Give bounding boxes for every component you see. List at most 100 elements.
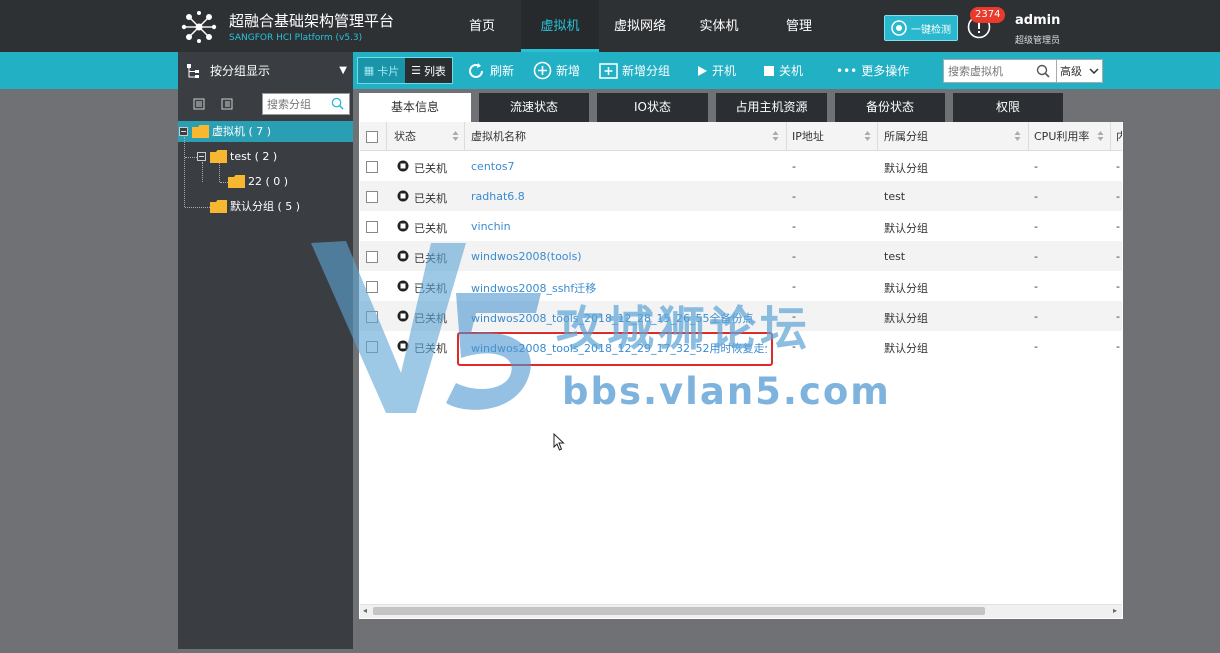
power-off-label: 关机 <box>779 64 804 78</box>
vm-group: 默认分组 <box>884 342 928 355</box>
watermark-logo <box>311 241 541 413</box>
add-vm-button[interactable]: 新增 <box>533 52 580 89</box>
list-view-button[interactable]: ☰ 列表 <box>405 58 452 83</box>
vm-name-link[interactable]: vinchin <box>471 220 511 233</box>
user-name[interactable]: admin <box>1015 13 1060 28</box>
tab-backup-status[interactable]: 备份状态 <box>835 93 945 122</box>
tree-connector <box>220 182 228 183</box>
vm-group: 默认分组 <box>884 312 928 325</box>
sort-icon[interactable] <box>772 130 779 142</box>
user-role: 超级管理员 <box>1015 36 1061 46</box>
nav-physical-host[interactable]: 实体机 <box>690 0 748 52</box>
row-checkbox[interactable] <box>366 191 378 203</box>
collapse-all-icon[interactable] <box>221 98 233 110</box>
column-header-state[interactable]: 状态 <box>394 122 416 151</box>
one-click-detect-button[interactable]: 一键检测 <box>884 15 958 41</box>
tree-item-vm-root[interactable]: 虚拟机 ( 7 ) <box>179 121 271 141</box>
more-actions-button[interactable]: ••• 更多操作 <box>836 52 909 89</box>
vm-cpu: - <box>1034 250 1038 263</box>
column-header-group[interactable]: 所属分组 <box>884 122 928 151</box>
nav-vm[interactable]: 虚拟机 <box>521 0 599 52</box>
vm-name-link[interactable]: radhat6.8 <box>471 190 525 203</box>
vm-group: 默认分组 <box>884 282 928 295</box>
vm-state: 已关机 <box>414 192 447 205</box>
column-divider <box>877 122 878 151</box>
card-view-button[interactable]: ▦ 卡片 <box>358 58 405 83</box>
tree-item-label: 默认分组 ( 5 ) <box>230 200 301 213</box>
vm-group: test <box>884 190 906 203</box>
scrollbar-thumb[interactable] <box>373 607 985 615</box>
tab-flow-status[interactable]: 流速状态 <box>479 93 589 122</box>
tree-item-default-group[interactable]: 默认分组 ( 5 ) <box>210 196 300 216</box>
nav-home[interactable]: 首页 <box>459 0 505 52</box>
expand-all-icon[interactable] <box>193 98 205 110</box>
tree-item-label: test ( 2 ) <box>230 149 278 163</box>
column-divider <box>464 122 465 151</box>
folder-icon <box>210 199 227 213</box>
vm-cpu: - <box>1034 340 1038 353</box>
vm-ip: - <box>792 220 796 233</box>
vm-memory: - <box>1116 310 1120 323</box>
vm-name-link[interactable]: centos7 <box>471 160 515 173</box>
column-divider <box>1028 122 1029 151</box>
view-toggle: ▦ 卡片 ☰ 列表 <box>357 57 453 84</box>
tree-connector <box>185 157 197 158</box>
collapse-toggle-icon[interactable] <box>197 151 206 161</box>
folder-icon <box>192 124 209 138</box>
scroll-right-icon[interactable]: ▸ <box>1113 606 1117 615</box>
stop-icon <box>764 65 774 76</box>
column-header-cpu[interactable]: CPU利用率 <box>1034 122 1089 151</box>
power-on-button[interactable]: 开机 <box>696 52 736 89</box>
group-display-select[interactable]: 按分组显示 ▼ <box>178 52 353 89</box>
tree-structure-icon <box>187 63 199 78</box>
nav-management[interactable]: 管理 <box>772 0 826 52</box>
shield-check-icon <box>891 20 907 36</box>
tab-permissions[interactable]: 权限 <box>953 93 1063 122</box>
add-label: 新增 <box>556 64 581 78</box>
grid-icon: ▦ <box>363 64 375 77</box>
vm-ip: - <box>792 250 796 263</box>
play-icon <box>698 65 707 76</box>
sort-icon[interactable] <box>1097 130 1104 142</box>
refresh-label: 刷新 <box>490 64 515 78</box>
scroll-left-icon[interactable]: ◂ <box>363 606 367 615</box>
search-icon[interactable] <box>331 97 344 110</box>
column-header-memory[interactable]: 内 <box>1116 122 1122 151</box>
sort-icon[interactable] <box>1014 130 1021 142</box>
tab-host-resources[interactable]: 占用主机资源 <box>716 93 827 122</box>
sort-icon[interactable] <box>864 130 871 142</box>
tree-item-test[interactable]: test ( 2 ) <box>197 146 277 166</box>
chevron-down-icon: ▼ <box>339 65 347 76</box>
row-checkbox[interactable] <box>366 161 378 173</box>
tab-basic-info[interactable]: 基本信息 <box>359 93 471 122</box>
refresh-button[interactable]: 刷新 <box>466 52 514 89</box>
select-all-checkbox[interactable] <box>366 131 378 143</box>
more-label: 更多操作 <box>861 64 910 78</box>
list-icon: ☰ <box>411 64 421 77</box>
add-group-button[interactable]: 新增分组 <box>599 52 670 89</box>
tab-io-status[interactable]: IO状态 <box>597 93 708 122</box>
tree-item-22[interactable]: 22 ( 0 ) <box>228 171 288 191</box>
tree-connector <box>185 207 210 208</box>
vm-memory: - <box>1116 190 1120 203</box>
row-checkbox[interactable] <box>366 221 378 233</box>
power-off-button[interactable]: 关机 <box>763 52 803 89</box>
watermark-title: 攻城狮论坛 <box>556 302 811 357</box>
search-icon[interactable] <box>1036 64 1050 78</box>
vm-group: 默认分组 <box>884 162 928 175</box>
vm-cpu: - <box>1034 220 1038 233</box>
column-header-vm-name[interactable]: 虚拟机名称 <box>471 122 526 151</box>
vm-memory: - <box>1116 250 1120 263</box>
plus-circle-icon <box>533 61 552 80</box>
vm-cpu: - <box>1034 310 1038 323</box>
list-view-label: 列表 <box>423 64 446 78</box>
advanced-search-select[interactable]: 高级 <box>1056 59 1103 83</box>
detect-label: 一键检测 <box>911 24 951 36</box>
sort-icon[interactable] <box>452 130 459 142</box>
vm-group: 默认分组 <box>884 222 928 235</box>
column-header-ip[interactable]: IP地址 <box>792 122 824 151</box>
vm-group: test <box>884 250 906 263</box>
nav-virtual-network[interactable]: 虚拟网络 <box>608 0 672 52</box>
chevron-down-icon <box>1089 68 1099 74</box>
collapse-toggle-icon[interactable] <box>179 126 188 136</box>
